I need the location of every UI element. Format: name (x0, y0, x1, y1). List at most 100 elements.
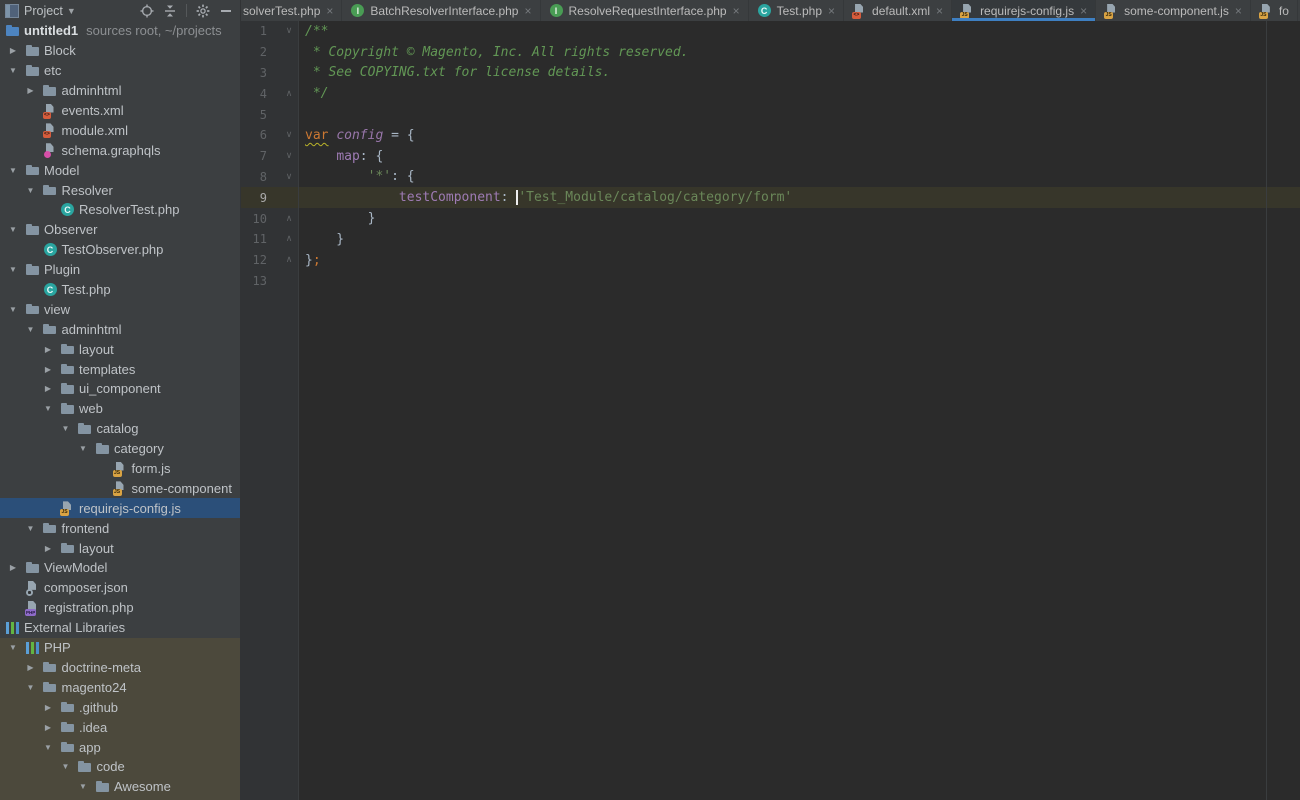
tree-item[interactable]: view (0, 299, 240, 319)
tree-item[interactable]: web (0, 399, 240, 419)
tree-item[interactable]: catalog (0, 419, 240, 439)
tree-item[interactable]: events.xml (0, 101, 240, 121)
tree-item[interactable]: untitled1 sources root, ~/projects (0, 21, 240, 41)
tree-chevron-icon[interactable] (23, 663, 39, 672)
dropdown-arrow-icon[interactable]: ▼ (67, 6, 76, 16)
code-line[interactable] (299, 104, 1300, 125)
collapse-all-icon[interactable] (161, 3, 179, 19)
code-line[interactable]: */ (299, 83, 1300, 104)
tree-chevron-icon[interactable] (40, 723, 56, 732)
tree-chevron-icon[interactable] (75, 782, 91, 791)
tree-item[interactable]: composer.json (0, 578, 240, 598)
code-line[interactable]: '*': { (299, 167, 1300, 188)
hide-panel-icon[interactable] (217, 3, 235, 19)
fold-marker-icon[interactable]: ∧ (283, 255, 295, 265)
code-line[interactable]: } (299, 229, 1300, 250)
tree-item[interactable]: frontend (0, 518, 240, 538)
tree-item[interactable]: Model (0, 160, 240, 180)
tree-item[interactable]: registration.php (0, 598, 240, 618)
tree-item[interactable]: .idea (0, 717, 240, 737)
tree-chevron-icon[interactable] (5, 563, 21, 572)
tree-item[interactable]: schema.graphqls (0, 140, 240, 160)
editor-gutter[interactable]: 1 ∨ 2 3 4 ∧ 5 6 ∨ 7 ∨ 8 ∨ 9 10 ∧ 11 ∧ 12… (241, 21, 299, 800)
tree-chevron-icon[interactable] (23, 683, 39, 692)
tree-item[interactable]: Awesome (0, 777, 240, 797)
tree-item[interactable]: Block (0, 41, 240, 61)
locate-icon[interactable] (138, 3, 156, 19)
tree-item[interactable]: C ResolverTest.php (0, 200, 240, 220)
code-area[interactable]: /** * Copyright © Magento, Inc. All righ… (299, 21, 1300, 800)
tree-chevron-icon[interactable] (23, 524, 39, 533)
editor-tab[interactable]: solverTest.php × (241, 0, 342, 21)
tree-chevron-icon[interactable] (23, 186, 39, 195)
tree-chevron-icon[interactable] (5, 643, 21, 652)
code-line[interactable]: * Copyright © Magento, Inc. All rights r… (299, 42, 1300, 63)
tree-item[interactable]: C TestObserver.php (0, 240, 240, 260)
code-line[interactable] (299, 271, 1300, 292)
tree-item[interactable]: module.xml (0, 120, 240, 140)
code-line[interactable]: * See COPYING.txt for license details. (299, 63, 1300, 84)
tree-chevron-icon[interactable] (5, 46, 21, 55)
tree-chevron-icon[interactable] (5, 225, 21, 234)
editor-tab[interactable]: some-component.js × (1096, 0, 1251, 21)
fold-marker-icon[interactable]: ∧ (283, 214, 295, 224)
tree-chevron-icon[interactable] (58, 424, 74, 433)
tree-chevron-icon[interactable] (40, 703, 56, 712)
tree-item[interactable]: Observer (0, 220, 240, 240)
tree-chevron-icon[interactable] (40, 345, 56, 354)
fold-marker-icon[interactable]: ∨ (283, 130, 295, 140)
tree-item[interactable]: code (0, 757, 240, 777)
tree-item[interactable]: adminhtml (0, 81, 240, 101)
editor-tab[interactable]: fo (1251, 0, 1298, 21)
code-line[interactable]: map: { (299, 146, 1300, 167)
tree-item[interactable]: some-component (0, 478, 240, 498)
tree-item[interactable]: ViewModel (0, 558, 240, 578)
tree-item[interactable]: layout (0, 538, 240, 558)
tab-close-icon[interactable]: × (1235, 4, 1242, 18)
tree-item[interactable]: PHP (0, 638, 240, 658)
tree-chevron-icon[interactable] (23, 86, 39, 95)
tab-close-icon[interactable]: × (936, 4, 943, 18)
tree-chevron-icon[interactable] (40, 384, 56, 393)
fold-marker-icon[interactable]: ∨ (283, 26, 295, 36)
project-panel-title[interactable]: Project (24, 4, 63, 18)
tree-item[interactable]: app (0, 737, 240, 757)
editor-tab[interactable]: I ResolveRequestInterface.php × (541, 0, 749, 21)
code-line[interactable]: }; (299, 250, 1300, 271)
tree-chevron-icon[interactable] (40, 743, 56, 752)
code-line[interactable]: var config = { (299, 125, 1300, 146)
code-line[interactable]: } (299, 208, 1300, 229)
tree-chevron-icon[interactable] (5, 305, 21, 314)
settings-gear-icon[interactable] (194, 3, 212, 19)
tree-item[interactable]: templates (0, 359, 240, 379)
tree-chevron-icon[interactable] (5, 265, 21, 274)
tree-item[interactable]: Resolver (0, 180, 240, 200)
editor-tab[interactable]: I BatchResolverInterface.php × (342, 0, 540, 21)
tree-item[interactable]: layout (0, 339, 240, 359)
fold-marker-icon[interactable]: ∨ (283, 172, 295, 182)
tree-chevron-icon[interactable] (40, 404, 56, 413)
tab-close-icon[interactable]: × (828, 4, 835, 18)
tree-chevron-icon[interactable] (5, 66, 21, 75)
tree-item[interactable]: adminhtml (0, 319, 240, 339)
tree-item[interactable]: category (0, 439, 240, 459)
editor-tab[interactable]: default.xml × (844, 0, 952, 21)
fold-marker-icon[interactable]: ∧ (283, 89, 295, 99)
editor-tab[interactable]: requirejs-config.js × (952, 0, 1096, 21)
tree-item[interactable]: .github (0, 697, 240, 717)
tab-close-icon[interactable]: × (1080, 4, 1087, 18)
tree-item[interactable]: doctrine-meta (0, 658, 240, 678)
tree-chevron-icon[interactable] (75, 444, 91, 453)
tree-item[interactable]: magento24 (0, 677, 240, 697)
tree-chevron-icon[interactable] (58, 762, 74, 771)
tree-chevron-icon[interactable] (5, 166, 21, 175)
tab-close-icon[interactable]: × (733, 4, 740, 18)
tree-item[interactable]: form.js (0, 459, 240, 479)
tree-chevron-icon[interactable] (40, 544, 56, 553)
tree-item[interactable]: requirejs-config.js (0, 498, 240, 518)
tree-item[interactable]: ui_component (0, 379, 240, 399)
editor-tab[interactable]: C Test.php × (749, 0, 844, 21)
code-line[interactable]: testComponent: 'Test_Module/catalog/cate… (299, 187, 1300, 208)
tree-item[interactable]: Plugin (0, 260, 240, 280)
fold-marker-icon[interactable]: ∧ (283, 234, 295, 244)
